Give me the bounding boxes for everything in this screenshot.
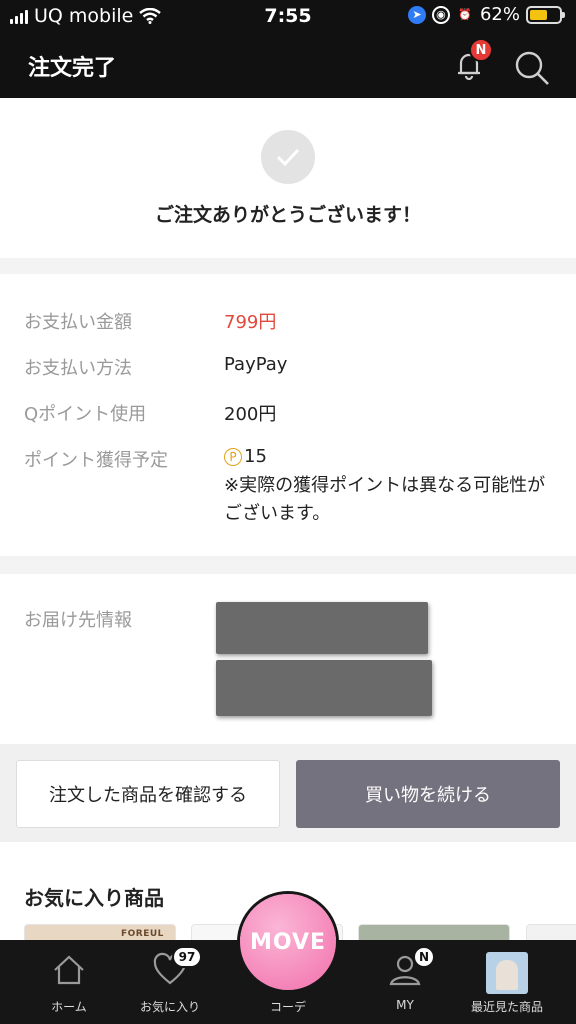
favorites-title: お気に入り商品 [24,886,164,910]
tab-my-label: MY [396,998,414,1012]
checkmark-icon [261,130,315,184]
payment-amount-value: 799円 [224,312,277,333]
delivery-label: お届け先情報 [24,610,132,631]
tab-favorites-label: お気に入り [139,1000,200,1014]
status-right: ➤ ◉ ⏰ 62% [407,4,565,25]
tab-recent[interactable]: 最近見た商品 [457,940,557,1024]
points-label: ポイント獲得予定 [24,450,168,471]
battery-percent: 62% [479,4,520,25]
continue-shopping-button[interactable]: 買い物を続ける [296,760,560,828]
delivery-info: お届け先情報 [0,574,576,744]
location-icon: ➤ [407,5,426,24]
payment-method-label: お支払い方法 [24,358,132,379]
home-icon [54,955,84,985]
tab-home-label: ホーム [51,1000,87,1014]
move-logo-button[interactable]: MOVE [240,894,336,990]
points-value: P 15 [224,446,267,467]
orientation-lock-icon: ◉ [431,5,450,24]
status-bar: UQ mobile 7:55 ➤ ◉ ⏰ 62% [0,0,576,32]
tab-recent-label: 最近見た商品 [470,1000,543,1014]
battery-icon [526,5,565,24]
search-icon[interactable] [513,49,551,87]
tab-favorites[interactable]: 97 お気に入り [120,940,220,1024]
favorites-count-badge: 97 [172,946,202,968]
tab-coordinate-label: コーデ [269,1000,306,1014]
payment-info: お支払い金額 799円 お支払い方法 PayPay Qポイント使用 200円 ポ… [0,274,576,556]
qpoint-value: 200円 [224,404,277,425]
notification-badge: N [469,38,493,62]
order-complete-card: ご注文ありがとうございます！ [0,98,576,258]
tab-my[interactable]: N MY [355,940,455,1024]
redacted-block [216,602,428,654]
qpoint-label: Qポイント使用 [24,404,147,425]
tab-home[interactable]: ホーム [19,940,119,1024]
check-order-button[interactable]: 注文した商品を確認する [16,760,280,828]
alarm-icon: ⏰ [458,8,472,21]
redacted-block [216,660,432,716]
thumb-brand-text: FOREUL [121,929,164,939]
my-badge: N [413,946,435,968]
app-header: 注文完了 N [0,32,576,98]
points-amount: 15 [244,446,267,467]
payment-method-value: PayPay [224,354,288,375]
point-icon: P [224,447,242,466]
points-note: ※実際の獲得ポイントは異なる可能性がございます。 [224,475,546,524]
payment-amount-label: お支払い金額 [24,312,132,333]
thank-you-message: ご注文ありがとうございます！ [154,204,421,226]
page-title: 注文完了 [28,56,117,81]
action-buttons: 注文した商品を確認する 買い物を続ける [0,744,576,842]
